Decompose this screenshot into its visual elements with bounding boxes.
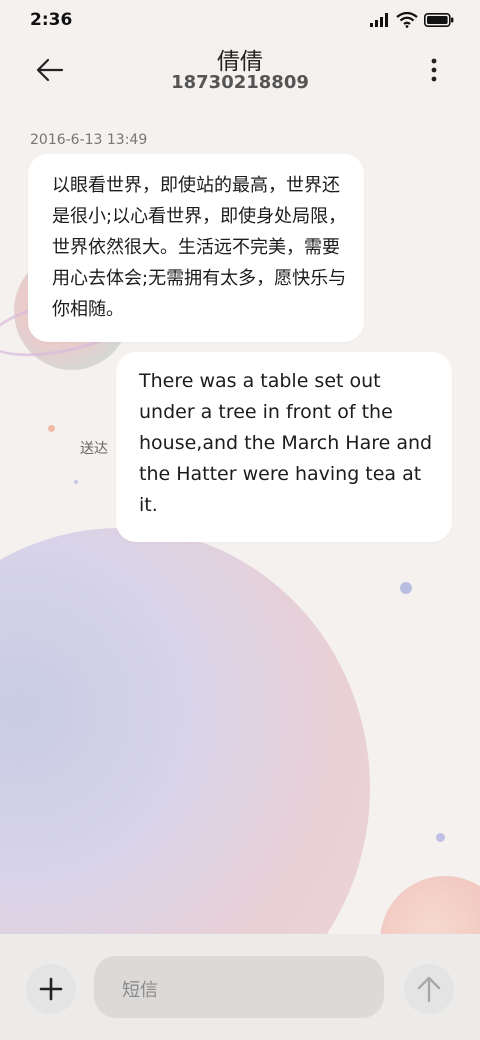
add-attachment-button[interactable] [26,964,76,1014]
signal-icon [370,13,388,27]
more-vertical-icon [431,58,437,82]
composer-bar: 短信 [0,934,480,1040]
incoming-message-bubble[interactable]: 以眼看世界，即使站的最高，世界还是很小;以心看世界，即使身处局限，世界依然很大。… [28,154,364,342]
battery-icon [424,13,454,27]
message-timestamp: 2016-6-13 13:49 [30,132,148,148]
status-time: 2:36 [30,10,73,30]
wifi-icon [396,12,418,28]
star-dot [436,833,445,842]
send-button[interactable] [404,964,454,1014]
contact-name: 倩倩 [217,49,263,75]
more-options-button[interactable] [426,56,442,84]
star-dot [74,480,78,484]
delivery-status: 送达 [80,441,108,457]
plus-icon [39,977,63,1001]
star-dot [48,425,55,432]
outgoing-message-bubble[interactable]: There was a table set out under a tree i… [116,352,452,542]
message-input[interactable]: 短信 [94,956,384,1018]
status-icons [370,12,454,28]
outgoing-message-text: There was a table set out under a tree i… [139,370,433,516]
star-dot [400,582,412,594]
status-bar: 2:36 [0,0,480,40]
message-input-placeholder: 短信 [122,980,158,1001]
arrow-up-icon [417,976,441,1003]
incoming-message-text: 以眼看世界，即使站的最高，世界还是很小;以心看世界，即使身处局限，世界依然很大。… [52,175,347,320]
contact-number: 18730218809 [171,72,309,93]
conversation-header: 倩倩 18730218809 [0,40,480,110]
